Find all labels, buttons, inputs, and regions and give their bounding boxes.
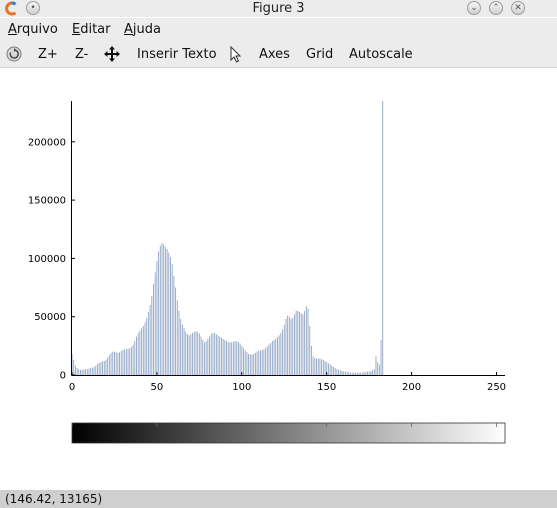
x-tick-label: 0	[69, 382, 75, 393]
mouse-pointer-icon[interactable]	[227, 45, 245, 63]
histogram-bars	[71, 101, 384, 375]
menu-ajuda[interactable]: Ajuda	[124, 21, 161, 38]
x-tick-label: 150	[317, 382, 336, 393]
cursor-coordinates: (146.42, 13165)	[5, 492, 103, 506]
x-tick-label: 100	[232, 382, 251, 393]
zoom-in-button[interactable]: Z+	[38, 46, 58, 63]
y-tick-label: 100000	[28, 254, 66, 265]
minimize-button[interactable]: ⌄	[467, 1, 481, 15]
y-tick-label: 50000	[34, 312, 66, 323]
menu-label-rest: juda	[132, 22, 161, 37]
y-tick-label: 150000	[28, 196, 66, 207]
menu-mnemonic: A	[8, 22, 17, 37]
grayscale-colorbar	[71, 422, 506, 444]
x-tick-label: 50	[151, 382, 164, 393]
toolbar: Z+ Z- Inserir Texto Axes Grid Autoscale	[0, 41, 557, 68]
x-tick-label: 250	[487, 382, 506, 393]
y-tick-label: 0	[60, 371, 66, 382]
move-arrows-icon[interactable]	[103, 45, 121, 63]
histogram-chart[interactable]: 0 50000 100000 150000 200000 0 50 100 150 200 250	[0, 69, 557, 490]
x-tick-label: 200	[402, 382, 421, 393]
menu-mnemonic: E	[72, 22, 81, 37]
figure-canvas[interactable]: 0 50000 100000 150000 200000 0 50 100 150 200 250	[0, 69, 557, 490]
close-button[interactable]: ✕	[511, 1, 525, 15]
y-tick-label: 200000	[28, 137, 66, 148]
chevron-up-icon: ⌃	[492, 3, 500, 13]
window-titlebar: • Figure 3 ⌄ ⌃ ✕	[0, 0, 557, 17]
statusbar: (146.42, 13165)	[0, 490, 557, 508]
menu-label-rest: rquivo	[16, 22, 58, 37]
menu-mnemonic: A	[124, 22, 133, 37]
zoom-out-button[interactable]: Z-	[75, 46, 88, 63]
insert-text-button[interactable]: Inserir Texto	[137, 46, 217, 63]
maximize-button[interactable]: ⌃	[489, 1, 503, 15]
grid-button[interactable]: Grid	[306, 46, 333, 63]
menu-label-rest: ditar	[80, 22, 111, 37]
rotate-icon[interactable]	[5, 45, 23, 63]
close-icon: ✕	[514, 3, 522, 13]
autoscale-button[interactable]: Autoscale	[349, 46, 413, 63]
axes-button[interactable]: Axes	[259, 46, 290, 63]
colorbar-gradient	[71, 422, 506, 444]
menubar: Arquivo Editar Ajuda	[0, 18, 557, 41]
chevron-down-icon: ⌄	[470, 3, 478, 13]
menu-arquivo[interactable]: Arquivo	[8, 21, 58, 38]
menu-editar[interactable]: Editar	[72, 21, 111, 38]
